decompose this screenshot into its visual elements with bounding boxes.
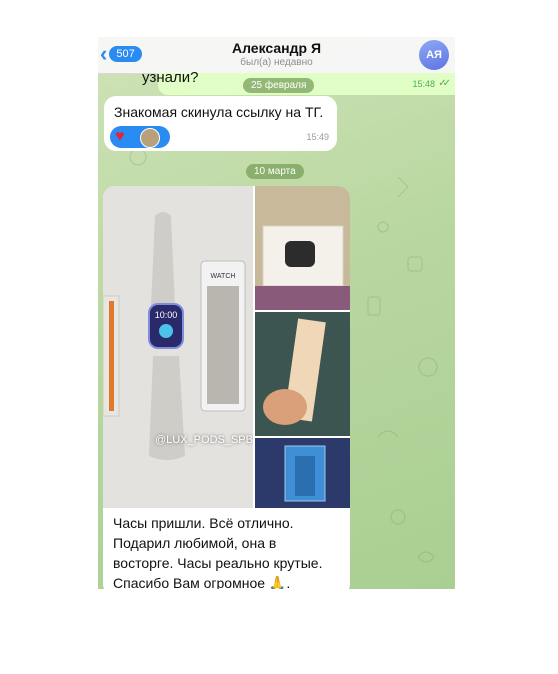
incoming-message[interactable]: Знакомая скинула ссылку на ТГ. ♥ 15:49 <box>104 96 337 151</box>
photo-box-open[interactable] <box>255 186 350 310</box>
watch-illustration: 10:00 WATCH <box>103 212 246 460</box>
caption-line: восторге. Часы реально крутые. <box>113 555 323 571</box>
reactions[interactable]: ♥ <box>110 126 170 148</box>
contact-avatar[interactable]: АЯ <box>419 40 449 70</box>
incoming-message-time: 15:49 <box>306 132 329 142</box>
heart-icon: ♥ <box>115 128 125 145</box>
watch-face-time: 10:00 <box>155 310 178 320</box>
photo-caption: Часы пришли. Всё отлично. Подарил любимо… <box>113 513 345 589</box>
chat-screen: ‹ 507 Александр Я был(а) недавно АЯ узна… <box>98 37 455 589</box>
reactor-avatar <box>140 128 160 148</box>
caption-line: Часы пришли. Всё отлично. <box>113 515 294 531</box>
outgoing-message-time: 15:48 <box>412 79 435 89</box>
band-package-label: WATCH <box>211 273 236 280</box>
photo-message[interactable]: 10:00 WATCH @LUX_PODS_SPB Часы пришли. В… <box>103 186 350 589</box>
outgoing-message-text: узнали? <box>142 69 199 86</box>
photo-watch[interactable]: 10:00 WATCH @LUX_PODS_SPB <box>103 186 253 508</box>
photo-band-box[interactable] <box>255 438 350 508</box>
contact-status: был(а) недавно <box>240 57 313 68</box>
incoming-message-text: Знакомая скинула ссылку на ТГ. <box>114 104 324 120</box>
photo-watermark: @LUX_PODS_SPB <box>155 434 253 446</box>
date-separator: 10 марта <box>246 164 304 179</box>
read-checkmarks-icon: ✓✓ <box>438 78 451 89</box>
caption-line: Подарил любимой, она в <box>113 535 277 551</box>
caption-line: Спасибо Вам огромное 🙏. <box>113 575 291 589</box>
photo-box-hand[interactable] <box>255 312 350 436</box>
contact-name[interactable]: Александр Я <box>98 40 455 56</box>
date-separator: 25 февраля <box>243 78 315 93</box>
